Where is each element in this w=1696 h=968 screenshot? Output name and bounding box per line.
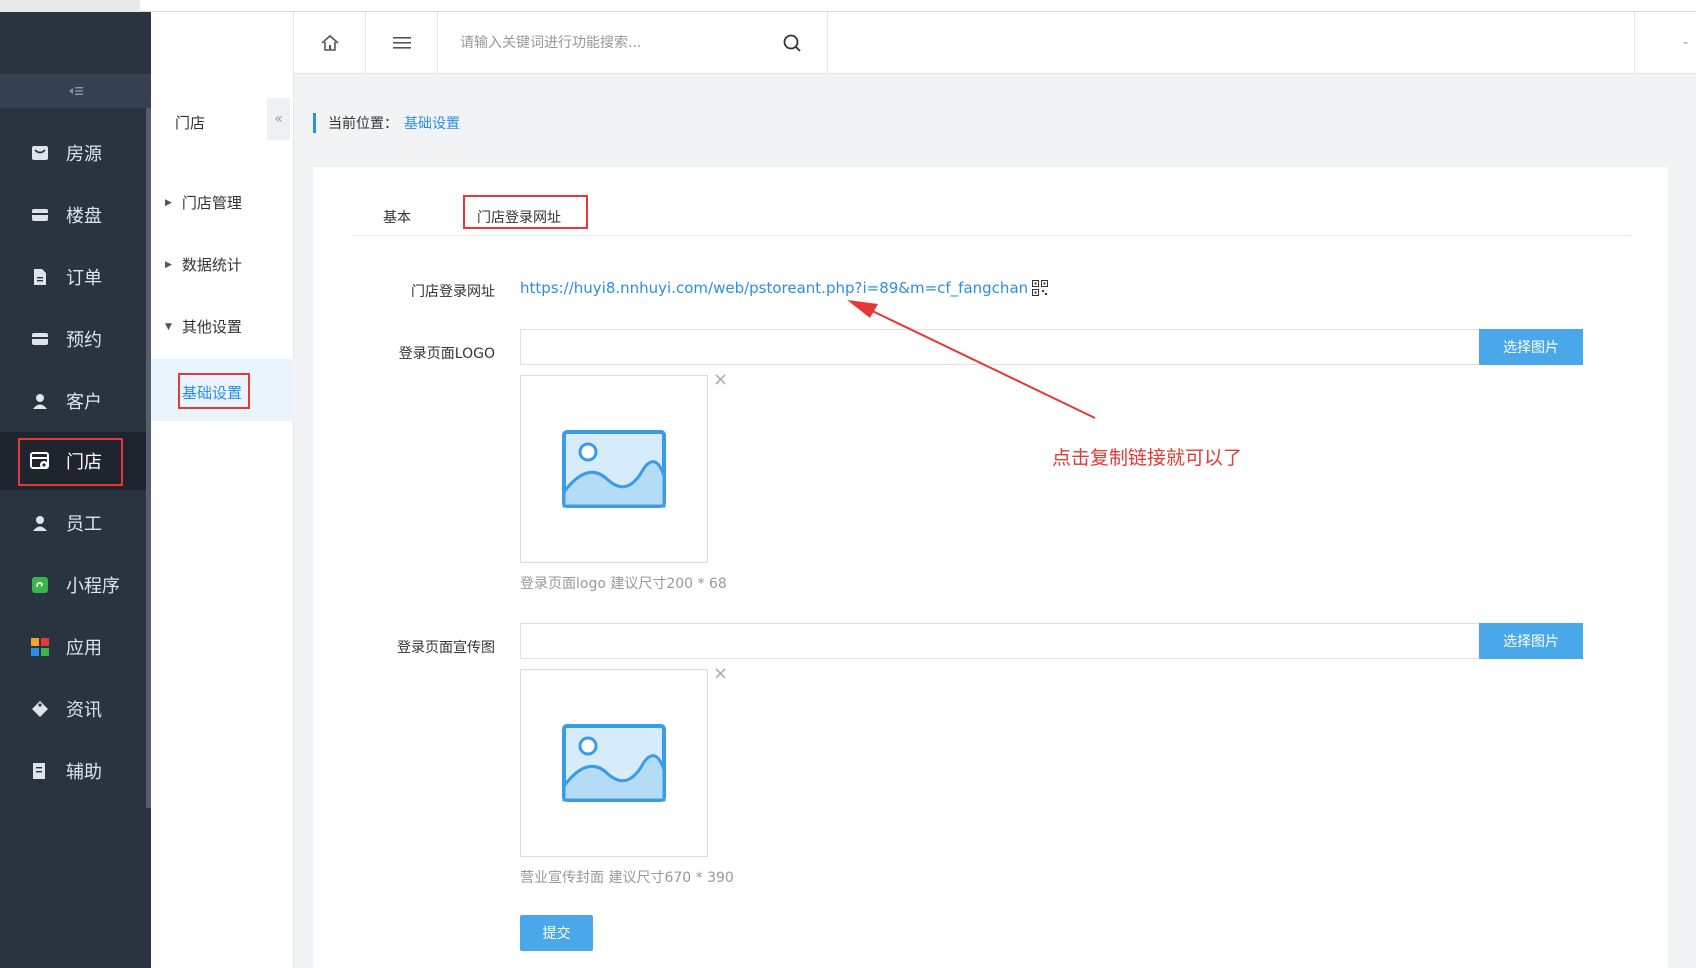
- image-placeholder-icon: [562, 724, 666, 802]
- appointment-icon: [30, 329, 50, 349]
- sidebar-item-assist[interactable]: 辅助: [0, 742, 146, 800]
- banner-label: 登录页面宣传图: [397, 640, 495, 656]
- logo-preview: [520, 375, 708, 563]
- home-button[interactable]: [294, 12, 366, 74]
- caret-right-icon: ▶: [165, 197, 172, 208]
- tab-login-url[interactable]: 门店登录网址: [477, 207, 561, 227]
- hamburger-menu-icon: [392, 37, 411, 49]
- settings-card: 基本 门店登录网址 门店登录网址 https://huyi8.nnhuyi.co…: [313, 167, 1668, 968]
- menu-toggle-button[interactable]: [366, 12, 438, 74]
- banner-preview: [520, 669, 708, 857]
- dash-icon: -: [1682, 35, 1689, 51]
- subnav-fold-button[interactable]: «: [267, 98, 290, 140]
- mini-program-icon: [30, 575, 50, 595]
- collapse-icon: [68, 87, 83, 95]
- function-search: [460, 12, 940, 74]
- banner-remove-button[interactable]: ×: [713, 663, 728, 684]
- image-placeholder-icon: [562, 430, 666, 508]
- breadcrumb-current[interactable]: 基础设置: [404, 113, 460, 133]
- subnav-group-store-management[interactable]: ▶ 门店管理: [165, 192, 242, 213]
- breadcrumb: 当前位置： 基础设置: [313, 113, 460, 133]
- apps-grid-icon: [30, 637, 50, 657]
- banner-select-image-button[interactable]: 选择图片: [1479, 623, 1583, 659]
- building-icon: [30, 205, 50, 225]
- caret-down-icon: ▼: [165, 321, 172, 332]
- sub-navigation: 门店 « ▶ 门店管理 ▶ 数据统计 ▼ 其他设置 基础设置: [151, 12, 294, 968]
- top-header: -: [294, 12, 1696, 74]
- subnav-group-other-settings[interactable]: ▼ 其他设置: [165, 316, 242, 337]
- banner-path-input[interactable]: 选择图片: [520, 623, 1583, 659]
- banner-hint: 营业宣传封面 建议尺寸670 * 390: [520, 870, 734, 886]
- highlight-box: [18, 438, 123, 486]
- order-doc-icon: [30, 267, 50, 287]
- sidebar-item-mini-program[interactable]: 小程序: [0, 556, 146, 614]
- submit-button[interactable]: 提交: [520, 915, 593, 951]
- settings-tabs: 基本 门店登录网址: [351, 195, 1631, 236]
- subnav-group-statistics[interactable]: ▶ 数据统计: [165, 254, 242, 275]
- news-tag-icon: [30, 699, 50, 719]
- login-url-label: 门店登录网址: [411, 284, 495, 300]
- breadcrumb-label: 当前位置：: [328, 116, 398, 132]
- search-button[interactable]: [756, 12, 828, 74]
- home-icon: [320, 34, 339, 51]
- tab-basic[interactable]: 基本: [383, 207, 411, 227]
- sidebar-item-news[interactable]: 资讯: [0, 680, 146, 738]
- login-url-link[interactable]: https://huyi8.nnhuyi.com/web/pstoreant.p…: [520, 279, 1049, 297]
- caret-right-icon: ▶: [165, 259, 172, 270]
- sidebar-item-buildings[interactable]: 楼盘: [0, 186, 146, 244]
- annotation-text: 点击复制链接就可以了: [1052, 447, 1243, 469]
- logo-select-image-button[interactable]: 选择图片: [1479, 329, 1583, 365]
- customer-icon: [30, 391, 50, 411]
- sidebar-item-staff[interactable]: 员工: [0, 494, 146, 552]
- sidebar-item-apps[interactable]: 应用: [0, 618, 146, 676]
- header-right-control[interactable]: -: [1634, 12, 1696, 74]
- sidebar-item-stores[interactable]: 门店: [0, 432, 146, 490]
- subnav-item-basic-settings[interactable]: 基础设置: [151, 359, 294, 421]
- main-sidebar: 房源 楼盘 订单 预约 客户 门店 员工 小程序 应用 资讯 辅助: [0, 12, 151, 968]
- search-icon: [783, 34, 801, 52]
- sidebar-item-listings[interactable]: 房源: [0, 124, 146, 182]
- subnav-title: 门店: [175, 114, 206, 132]
- logo-label: 登录页面LOGO: [398, 346, 495, 362]
- house-listing-icon: [30, 143, 50, 163]
- double-chevron-left-icon: «: [274, 111, 283, 127]
- employee-icon: [30, 513, 50, 533]
- sidebar-item-appointments[interactable]: 预约: [0, 310, 146, 368]
- logo-path-input[interactable]: 选择图片: [520, 329, 1583, 365]
- sidebar-item-customers[interactable]: 客户: [0, 372, 146, 430]
- logo-hint: 登录页面logo 建议尺寸200 * 68: [520, 576, 727, 592]
- sidebar-item-orders[interactable]: 订单: [0, 248, 146, 306]
- assist-doc-icon: [30, 761, 50, 781]
- qrcode-icon[interactable]: [1032, 280, 1049, 296]
- logo-remove-button[interactable]: ×: [713, 369, 728, 390]
- sidebar-collapse-toggle[interactable]: [0, 74, 151, 108]
- browser-top-strip: [0, 0, 1696, 12]
